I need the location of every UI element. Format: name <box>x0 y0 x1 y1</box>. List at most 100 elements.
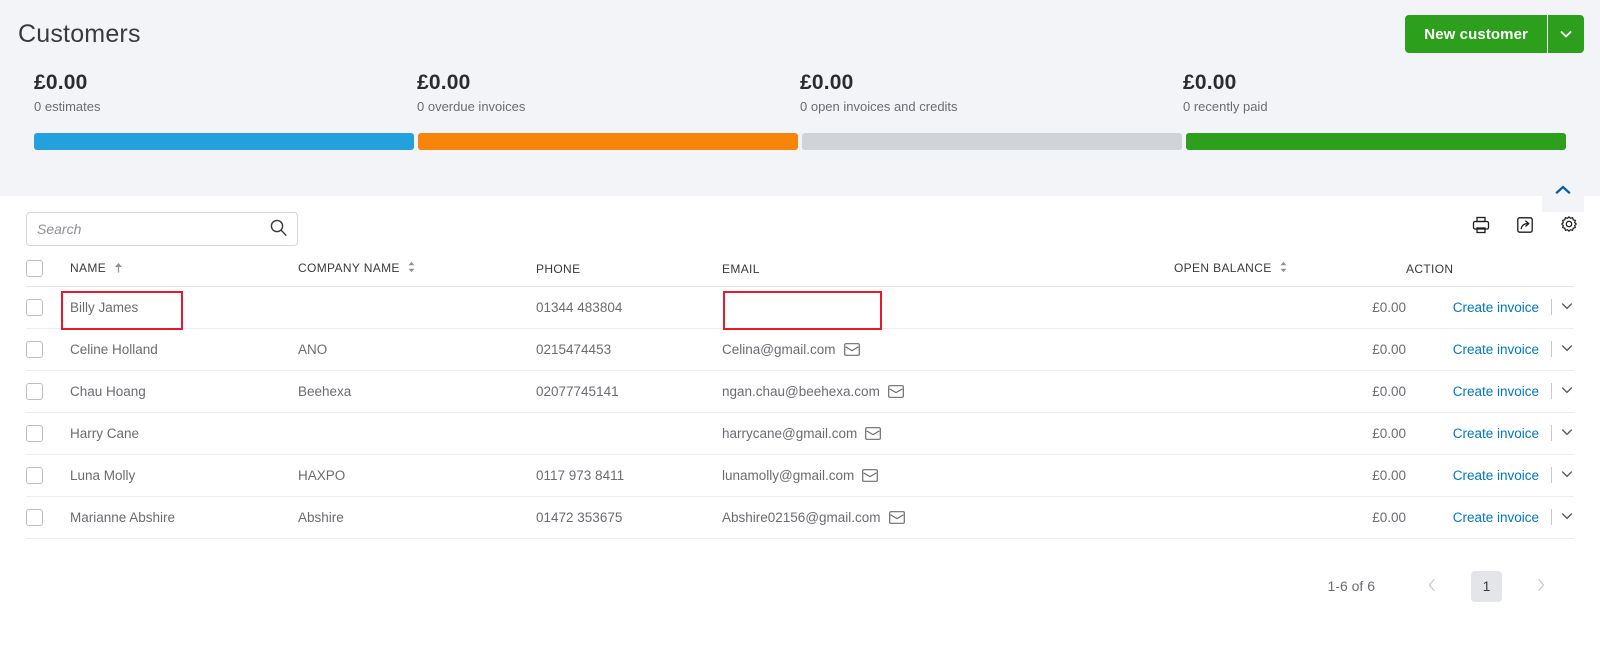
cell-email: Celina@gmail.com <box>722 328 1174 371</box>
create-invoice-link[interactable]: Create invoice <box>1453 300 1539 315</box>
create-invoice-link[interactable]: Create invoice <box>1453 384 1539 399</box>
kpi-bar-paid[interactable] <box>1186 133 1566 150</box>
table-row[interactable]: Luna Molly HAXPO 0117 973 8411 lunamolly@gm… <box>26 454 1574 497</box>
cell-name[interactable]: Harry Cane <box>70 412 298 455</box>
next-page-button[interactable] <box>1524 569 1558 603</box>
action-dropdown-caret-icon[interactable] <box>1560 299 1574 316</box>
search-box[interactable] <box>26 212 298 246</box>
kpi-recently-paid[interactable]: £0.00 0 recently paid <box>1183 70 1566 115</box>
sort-both-icon <box>1279 261 1288 276</box>
row-select-cell <box>26 328 70 371</box>
settings-button[interactable] <box>1558 214 1580 238</box>
new-customer-dropdown-button[interactable] <box>1547 15 1584 53</box>
kpi-open-invoices[interactable]: £0.00 0 open invoices and credits <box>800 70 1183 115</box>
search-button[interactable] <box>265 218 297 240</box>
cell-name[interactable]: Chau Hoang <box>70 370 298 413</box>
kpi-label: 0 open invoices and credits <box>800 99 958 114</box>
cell-open-balance: £0.00 <box>1174 286 1406 329</box>
action-dropdown-caret-icon[interactable] <box>1560 383 1574 400</box>
kpi-bar-overdue[interactable] <box>418 133 798 150</box>
cell-company-name <box>298 286 536 329</box>
sort-both-icon <box>407 261 416 276</box>
kpi-label: 0 recently paid <box>1183 99 1268 114</box>
email-text: Abshire02156@gmail.com <box>722 510 881 525</box>
mail-icon[interactable] <box>887 385 904 398</box>
collapse-summary-button[interactable] <box>1542 180 1584 212</box>
cell-action: Create invoice <box>1406 328 1574 371</box>
kpi-overdue-invoices[interactable]: £0.00 0 overdue invoices <box>417 70 800 115</box>
cell-email: ngan.chau@beehexa.com <box>722 370 1174 413</box>
cell-name[interactable]: Luna Molly <box>70 454 298 497</box>
cell-open-balance: £0.00 <box>1174 496 1406 539</box>
cell-action: Create invoice <box>1406 286 1574 329</box>
new-customer-button[interactable]: New customer <box>1405 15 1547 53</box>
new-customer-group[interactable]: New customer <box>1405 15 1584 53</box>
column-header-open-balance[interactable]: OPEN BALANCE <box>1174 254 1406 287</box>
chevron-down-icon <box>1558 26 1574 42</box>
create-invoice-link[interactable]: Create invoice <box>1453 468 1539 483</box>
kpi-row: £0.00 0 estimates £0.00 0 overdue invoic… <box>34 70 1566 115</box>
print-button[interactable] <box>1470 214 1492 238</box>
search-input[interactable] <box>27 221 265 237</box>
mail-icon[interactable] <box>843 343 860 356</box>
kpi-label: 0 overdue invoices <box>417 99 526 114</box>
cell-name[interactable]: Billy James <box>70 286 298 329</box>
column-header-email[interactable]: EMAIL <box>722 254 1174 287</box>
cell-phone: 01344 483804 <box>536 286 722 329</box>
table-row[interactable]: Chau Hoang Beehexa 02077745141 ngan.chau@be… <box>26 370 1574 413</box>
cell-name[interactable]: Marianne Abshire <box>70 496 298 539</box>
cell-email: Abshire02156@gmail.com <box>722 496 1174 539</box>
table-row[interactable]: Billy James 01344 483804 £0.00 Create invoi… <box>26 286 1574 329</box>
action-dropdown-caret-icon[interactable] <box>1560 467 1574 484</box>
kpi-bar-estimates[interactable] <box>34 133 414 150</box>
kpi-bar-open[interactable] <box>802 133 1182 150</box>
action-dropdown-caret-icon[interactable] <box>1560 341 1574 358</box>
kpi-estimates[interactable]: £0.00 0 estimates <box>34 70 417 115</box>
action-dropdown-caret-icon[interactable] <box>1560 425 1574 442</box>
summary-panel: Customers New customer £0.00 0 estimates… <box>0 0 1600 196</box>
create-invoice-link[interactable]: Create invoice <box>1453 510 1539 525</box>
row-checkbox[interactable] <box>26 425 43 442</box>
action-divider <box>1551 298 1552 315</box>
row-checkbox[interactable] <box>26 383 43 400</box>
row-checkbox[interactable] <box>26 341 43 358</box>
select-all-checkbox[interactable] <box>26 260 43 277</box>
email-text: ngan.chau@beehexa.com <box>722 384 880 399</box>
table-row[interactable]: Marianne Abshire Abshire 01472 353675 Abshi… <box>26 496 1574 539</box>
row-checkbox[interactable] <box>26 299 43 316</box>
create-invoice-link[interactable]: Create invoice <box>1453 426 1539 441</box>
action-dropdown-caret-icon[interactable] <box>1560 509 1574 526</box>
mail-icon[interactable] <box>865 427 882 440</box>
cell-company-name: Beehexa <box>298 370 536 413</box>
page-number-button[interactable]: 1 <box>1471 570 1502 602</box>
pagination-range: 1-6 of 6 <box>1327 578 1375 594</box>
cell-action: Create invoice <box>1406 454 1574 497</box>
kpi-amount: £0.00 <box>1183 71 1237 94</box>
action-divider <box>1551 382 1552 399</box>
column-header-company-name[interactable]: COMPANY NAME <box>298 254 536 287</box>
column-label: OPEN BALANCE <box>1174 260 1272 275</box>
chevron-up-icon <box>1553 183 1573 202</box>
create-invoice-link[interactable]: Create invoice <box>1453 342 1539 357</box>
row-select-cell <box>26 412 70 455</box>
export-button[interactable] <box>1514 214 1536 238</box>
cell-name[interactable]: Celine Holland <box>70 328 298 371</box>
action-divider <box>1551 508 1552 525</box>
cell-open-balance: £0.00 <box>1174 328 1406 371</box>
cell-email: lunamolly@gmail.com <box>722 454 1174 497</box>
column-header-action: ACTION <box>1406 254 1574 287</box>
table-row[interactable]: Harry Cane harrycane@gmail.com £0.00 Create… <box>26 412 1574 455</box>
customer-list-area: NAME COMPANY NAME PHONE EMAIL <box>0 196 1600 665</box>
cell-open-balance: £0.00 <box>1174 454 1406 497</box>
export-icon <box>1515 215 1535 238</box>
column-header-phone[interactable]: PHONE <box>536 254 722 287</box>
mail-icon[interactable] <box>862 469 879 482</box>
row-checkbox[interactable] <box>26 509 43 526</box>
row-checkbox[interactable] <box>26 467 43 484</box>
column-header-name[interactable]: NAME <box>70 254 298 287</box>
row-select-cell <box>26 370 70 413</box>
previous-page-button[interactable] <box>1415 569 1449 603</box>
email-text: harrycane@gmail.com <box>722 426 858 441</box>
table-row[interactable]: Celine Holland ANO 0215474453 Celina@gmail.… <box>26 328 1574 371</box>
mail-icon[interactable] <box>888 511 905 524</box>
